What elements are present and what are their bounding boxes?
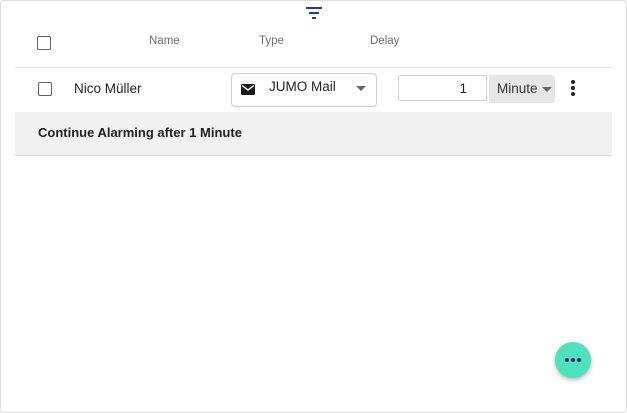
select-all-checkbox[interactable] bbox=[37, 36, 51, 50]
more-vert-icon bbox=[571, 80, 575, 84]
type-select[interactable]: JUMO Mail bbox=[231, 73, 377, 107]
mail-icon bbox=[241, 84, 255, 95]
column-header-delay[interactable]: Delay bbox=[370, 35, 399, 47]
type-select-value: JUMO Mail bbox=[269, 79, 336, 94]
delay-unit-select[interactable]: Minute bbox=[489, 75, 555, 103]
row-checkbox[interactable] bbox=[38, 82, 52, 96]
column-header-name[interactable]: Name bbox=[149, 35, 180, 47]
more-horizontal-icon bbox=[565, 358, 569, 362]
filter-list-icon bbox=[306, 7, 322, 19]
alarm-recipients-panel: Name Type Delay Nico Müller JUMO Mail Mi… bbox=[0, 0, 627, 413]
escalation-summary-text: Continue Alarming after 1 Minute bbox=[38, 125, 242, 140]
delay-value-input[interactable] bbox=[398, 75, 487, 101]
column-header-type[interactable]: Type bbox=[259, 35, 284, 47]
delay-unit-value: Minute bbox=[497, 81, 538, 96]
chevron-down-icon bbox=[356, 86, 366, 91]
recipient-name: Nico Müller bbox=[74, 81, 142, 96]
row-more-options-button[interactable] bbox=[566, 79, 580, 99]
header-divider bbox=[15, 67, 612, 68]
more-actions-fab[interactable] bbox=[555, 342, 591, 378]
escalation-summary: Continue Alarming after 1 Minute bbox=[15, 112, 612, 156]
chevron-down-icon bbox=[542, 87, 552, 92]
filter-button[interactable] bbox=[304, 4, 324, 20]
